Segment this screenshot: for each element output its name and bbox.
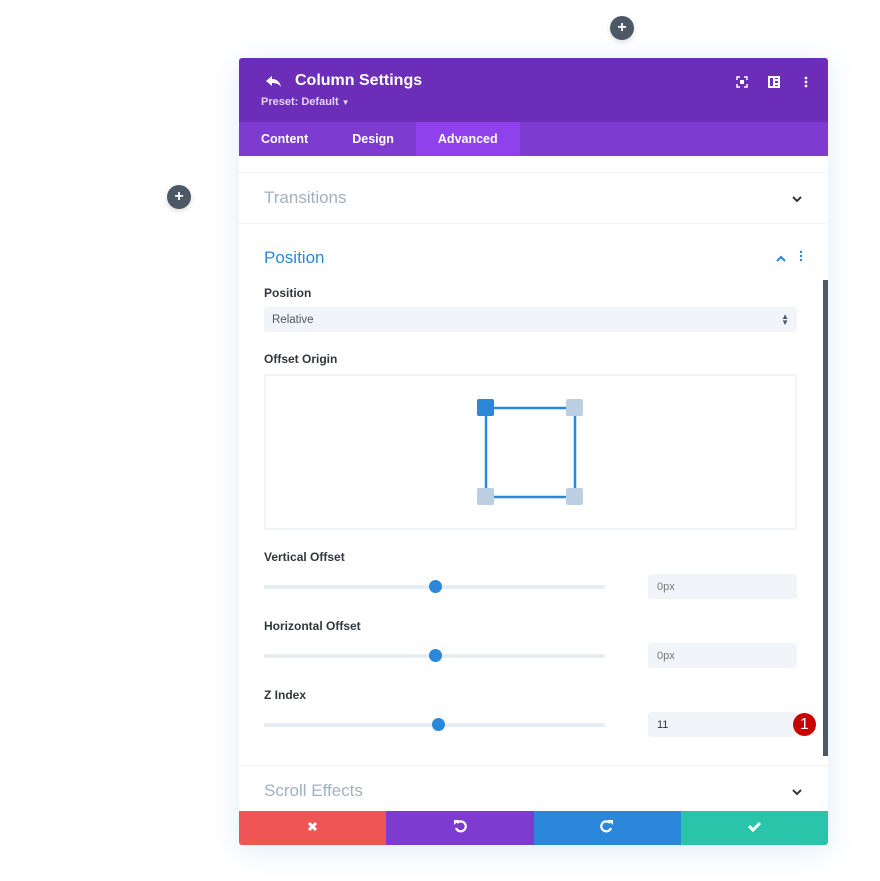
- close-icon: [307, 819, 318, 837]
- tab-design[interactable]: Design: [330, 122, 416, 156]
- more-vertical-icon[interactable]: [798, 74, 814, 90]
- slider-thumb[interactable]: [428, 648, 442, 662]
- z-index-input[interactable]: [648, 712, 797, 737]
- horizontal-offset-label: Horizontal Offset: [264, 619, 361, 633]
- plus-icon: +: [617, 19, 627, 36]
- position-select[interactable]: Relative ▲ ▼: [264, 307, 797, 332]
- origin-corner-top-left[interactable]: [477, 399, 494, 416]
- z-index-slider[interactable]: [264, 717, 605, 731]
- tab-content[interactable]: Content: [239, 122, 330, 156]
- cancel-button[interactable]: [239, 811, 387, 845]
- section-transitions-toggle[interactable]: Transitions: [239, 173, 828, 223]
- chevron-up-icon: [775, 252, 787, 264]
- section-title-position: Position: [264, 248, 325, 267]
- preset-label: Preset: Default: [261, 96, 339, 108]
- caret-down-icon: ▼: [341, 98, 350, 107]
- position-select-value: Relative: [272, 313, 314, 326]
- chevron-down-icon: [791, 192, 803, 204]
- more-vertical-icon[interactable]: [799, 249, 803, 267]
- undo-button[interactable]: [386, 811, 534, 845]
- origin-frame: [484, 406, 577, 499]
- horizontal-offset-input[interactable]: [648, 643, 797, 668]
- select-arrows-icon: ▲ ▼: [781, 311, 789, 327]
- modal-footer: [239, 811, 828, 845]
- fullscreen-icon[interactable]: [734, 74, 750, 90]
- origin-corner-top-right[interactable]: [566, 399, 583, 416]
- column-settings-modal: Column Settings Preset: Default ▼ Content…: [239, 58, 828, 845]
- tab-bar: Content Design Advanced: [239, 122, 828, 156]
- check-icon: [747, 819, 761, 837]
- vertical-offset-input[interactable]: [648, 574, 797, 599]
- section-title-scroll-effects: Scroll Effects: [264, 781, 363, 800]
- vertical-offset-label: Vertical Offset: [264, 550, 345, 564]
- origin-corner-bottom-left[interactable]: [477, 488, 494, 505]
- vertical-offset-control: [239, 574, 828, 599]
- offset-origin-label: Offset Origin: [264, 352, 338, 366]
- modal-title: Column Settings: [295, 72, 423, 89]
- horizontal-offset-control: [239, 643, 828, 668]
- save-button[interactable]: [680, 811, 828, 845]
- annotation-badge: 1: [793, 713, 816, 736]
- modal-header: Column Settings Preset: Default ▼: [239, 58, 828, 122]
- plus-icon: +: [174, 188, 184, 205]
- add-module-button-left[interactable]: +: [167, 185, 191, 209]
- undo-icon: [453, 819, 467, 838]
- slider-thumb[interactable]: [428, 579, 442, 593]
- undo-arrow-icon[interactable]: [263, 72, 285, 92]
- z-index-label: Z Index: [264, 688, 307, 702]
- section-scroll-effects-toggle[interactable]: Scroll Effects: [239, 766, 828, 811]
- preset-selector[interactable]: Preset: Default ▼: [261, 96, 350, 108]
- chevron-down-icon: [791, 785, 803, 797]
- settings-body: Transitions Position Position Relative ▲…: [239, 156, 828, 811]
- scrollbar[interactable]: [823, 280, 828, 756]
- slider-thumb[interactable]: [431, 717, 445, 731]
- section-position-toggle[interactable]: Position: [239, 224, 828, 292]
- z-index-control: 1: [239, 712, 828, 737]
- section-title-transitions: Transitions: [264, 188, 347, 207]
- redo-button[interactable]: [533, 811, 681, 845]
- tab-advanced[interactable]: Advanced: [415, 122, 520, 156]
- horizontal-offset-slider[interactable]: [264, 648, 605, 662]
- redo-icon: [600, 819, 614, 838]
- position-label: Position: [264, 286, 312, 300]
- split-view-icon[interactable]: [766, 74, 782, 90]
- offset-origin-picker: [264, 374, 797, 530]
- add-row-button-top[interactable]: +: [610, 16, 634, 40]
- vertical-offset-slider[interactable]: [264, 579, 605, 593]
- origin-corner-bottom-right[interactable]: [566, 488, 583, 505]
